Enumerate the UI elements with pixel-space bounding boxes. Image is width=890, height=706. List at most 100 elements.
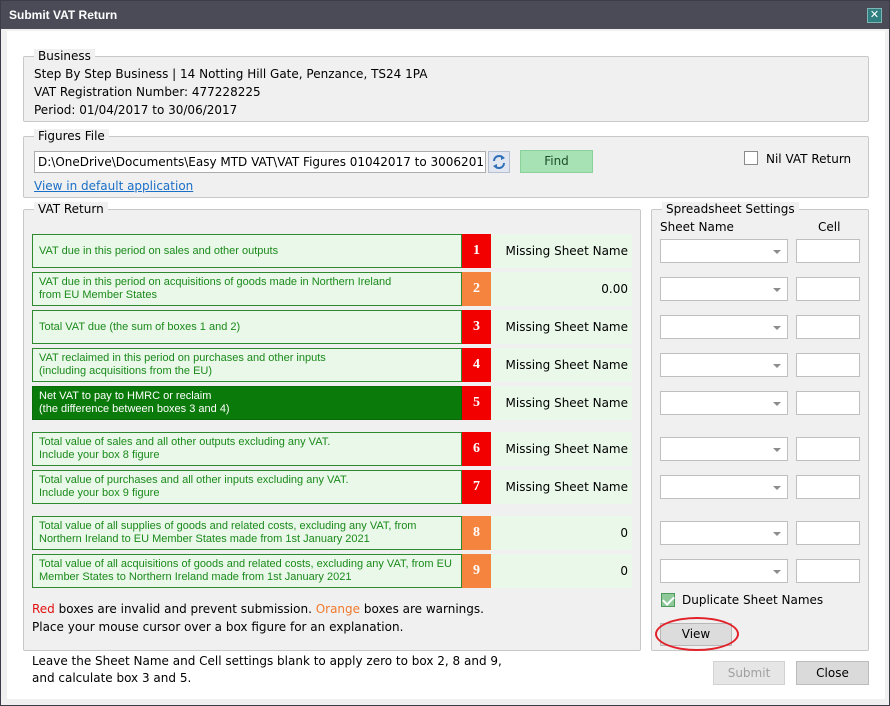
- sheet-settings-row: [660, 521, 862, 545]
- box-description: Total VAT due (the sum of boxes 1 and 2): [32, 310, 462, 344]
- sheet-name-select[interactable]: [660, 277, 788, 301]
- business-group: Business Step By Step Business | 14 Nott…: [23, 49, 869, 122]
- cell-input[interactable]: [796, 353, 860, 377]
- nil-vat-return-checkbox[interactable]: [744, 151, 758, 165]
- sheet-settings-row: [660, 353, 862, 377]
- sheet-settings-row: [660, 475, 862, 499]
- note-end: boxes are warnings.: [360, 602, 484, 616]
- box-number-badge: 4: [462, 348, 491, 382]
- chevron-down-icon: [773, 570, 781, 574]
- nil-vat-return-label: Nil VAT Return: [766, 152, 852, 166]
- submit-button[interactable]: Submit: [713, 661, 785, 685]
- business-name-address: Step By Step Business | 14 Notting Hill …: [34, 67, 428, 81]
- box-value[interactable]: 0: [491, 516, 632, 550]
- view-in-default-application-link[interactable]: View in default application: [34, 179, 193, 193]
- vat-box-row: VAT due in this period on sales and othe…: [32, 234, 632, 268]
- box-number-badge: 6: [462, 432, 491, 466]
- sheet-name-select[interactable]: [660, 521, 788, 545]
- find-button[interactable]: Find: [520, 150, 593, 173]
- footer-hint-line2: and calculate box 3 and 5.: [32, 671, 192, 685]
- close-window-icon[interactable]: ✕: [867, 8, 882, 23]
- footer-hint-line1: Leave the Sheet Name and Cell settings b…: [32, 654, 502, 668]
- box-number-badge: 7: [462, 470, 491, 504]
- vat-box-row: Total VAT due (the sum of boxes 1 and 2)…: [32, 310, 632, 344]
- chevron-down-icon: [773, 532, 781, 536]
- business-legend: Business: [34, 49, 95, 63]
- cell-input[interactable]: [796, 559, 860, 583]
- box-number-badge: 9: [462, 554, 491, 588]
- spreadsheet-settings-legend: Spreadsheet Settings: [662, 202, 799, 216]
- box-value[interactable]: Missing Sheet Name: [491, 234, 632, 268]
- vat-box-row: VAT reclaimed in this period on purchase…: [32, 348, 632, 382]
- vat-return-legend: VAT Return: [34, 202, 108, 216]
- hover-hint: Place your mouse cursor over a box figur…: [32, 620, 404, 634]
- vat-box-row: Total value of purchases and all other i…: [32, 470, 632, 504]
- note-middle: boxes are invalid and prevent submission…: [54, 602, 316, 616]
- sheet-name-select[interactable]: [660, 475, 788, 499]
- box-value[interactable]: Missing Sheet Name: [491, 348, 632, 382]
- sheet-settings-row: [660, 239, 862, 263]
- highlight-circle: [655, 617, 739, 651]
- sheet-name-select[interactable]: [660, 559, 788, 583]
- box-value[interactable]: Missing Sheet Name: [491, 386, 632, 420]
- box-value[interactable]: 0.00: [491, 272, 632, 306]
- box-number-badge: 5: [462, 386, 491, 420]
- vat-registration-number: VAT Registration Number: 477228225: [34, 85, 261, 99]
- box-number-badge: 2: [462, 272, 491, 306]
- sheet-name-select[interactable]: [660, 315, 788, 339]
- red-word: Red: [32, 602, 55, 616]
- orange-word: Orange: [315, 602, 361, 616]
- chevron-down-icon: [773, 288, 781, 292]
- box-description: VAT due in this period on sales and othe…: [32, 234, 462, 268]
- box-value[interactable]: Missing Sheet Name: [491, 310, 632, 344]
- box-description: Total value of all acquisitions of goods…: [32, 554, 462, 588]
- cell-input[interactable]: [796, 475, 860, 499]
- spreadsheet-settings-group: Spreadsheet Settings Sheet Name Cell Dup…: [651, 202, 869, 651]
- box-description: Total value of purchases and all other i…: [32, 470, 462, 504]
- chevron-down-icon: [773, 486, 781, 490]
- figures-file-group: Figures File D:\OneDrive\Documents\Easy …: [23, 129, 869, 198]
- sheet-settings-row: [660, 559, 862, 583]
- vat-box-row: VAT due in this period on acquisitions o…: [32, 272, 632, 306]
- submit-vat-return-window: Submit VAT Return ✕ Business Step By Ste…: [0, 0, 890, 706]
- sheet-name-select[interactable]: [660, 437, 788, 461]
- sheet-name-select[interactable]: [660, 353, 788, 377]
- box-value[interactable]: Missing Sheet Name: [491, 470, 632, 504]
- period-range: Period: 01/04/2017 to 30/06/2017: [34, 103, 238, 117]
- figures-file-legend: Figures File: [34, 129, 109, 143]
- box-description: VAT due in this period on acquisitions o…: [32, 272, 462, 306]
- vat-box-row: Net VAT to pay to HMRC or reclaim (the d…: [32, 386, 632, 420]
- title-bar[interactable]: Submit VAT Return ✕: [1, 1, 889, 29]
- box-number-badge: 1: [462, 234, 491, 268]
- sheet-name-select[interactable]: [660, 239, 788, 263]
- cell-input[interactable]: [796, 239, 860, 263]
- cell-input[interactable]: [796, 521, 860, 545]
- cell-input[interactable]: [796, 277, 860, 301]
- cell-input[interactable]: [796, 315, 860, 339]
- refresh-icon: [493, 155, 505, 169]
- cell-input[interactable]: [796, 437, 860, 461]
- chevron-down-icon: [773, 250, 781, 254]
- cell-header: Cell: [818, 220, 841, 234]
- chevron-down-icon: [773, 364, 781, 368]
- legend-note: Red boxes are invalid and prevent submis…: [32, 602, 484, 616]
- sheet-name-header: Sheet Name: [660, 220, 734, 234]
- sheet-settings-row: [660, 277, 862, 301]
- box-description: Total value of all supplies of goods and…: [32, 516, 462, 550]
- figures-file-path-input[interactable]: D:\OneDrive\Documents\Easy MTD VAT\VAT F…: [34, 151, 486, 173]
- sheet-name-select[interactable]: [660, 391, 788, 415]
- vat-box-row: Total value of all supplies of goods and…: [32, 516, 632, 550]
- window-title: Submit VAT Return: [9, 8, 118, 22]
- close-button[interactable]: Close: [796, 661, 869, 685]
- refresh-button[interactable]: [488, 151, 510, 173]
- box-value[interactable]: 0: [491, 554, 632, 588]
- vat-box-row: Total value of sales and all other outpu…: [32, 432, 632, 466]
- sheet-settings-row: [660, 315, 862, 339]
- box-description: Net VAT to pay to HMRC or reclaim (the d…: [32, 386, 462, 420]
- box-value[interactable]: Missing Sheet Name: [491, 432, 632, 466]
- box-number-badge: 3: [462, 310, 491, 344]
- duplicate-sheet-names-checkbox[interactable]: [661, 593, 675, 607]
- sheet-settings-row: [660, 437, 862, 461]
- box-description: Total value of sales and all other outpu…: [32, 432, 462, 466]
- cell-input[interactable]: [796, 391, 860, 415]
